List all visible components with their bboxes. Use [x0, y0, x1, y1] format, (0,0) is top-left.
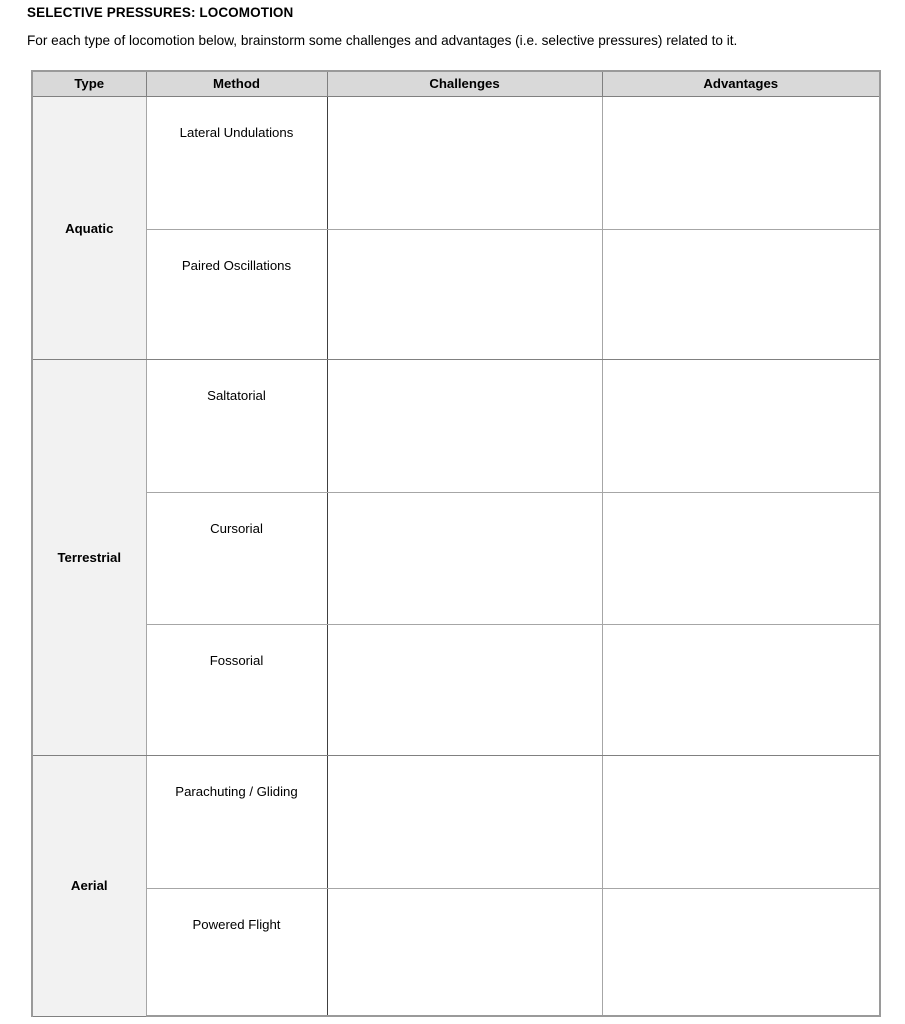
table-row: Paired Oscillations [32, 229, 881, 360]
type-group-aquatic: Aquatic [31, 96, 147, 360]
method-label: Cursorial [210, 521, 263, 536]
advantages-input-saltatorial[interactable] [601, 359, 881, 493]
locomotion-worksheet-table: Type Method Challenges Advantages Aquati… [31, 70, 881, 1017]
challenges-input-cursorial[interactable] [326, 492, 603, 625]
type-group-aerial: Aerial [31, 755, 147, 1017]
method-label: Saltatorial [207, 388, 266, 403]
advantages-input-fossorial[interactable] [601, 624, 881, 756]
method-label: Paired Oscillations [181, 258, 292, 273]
challenges-input-parachuting-gliding[interactable] [326, 755, 603, 889]
challenges-input-saltatorial[interactable] [326, 359, 603, 493]
advantages-input-lateral-undulations[interactable] [601, 96, 881, 230]
advantages-input-parachuting-gliding[interactable] [601, 755, 881, 889]
column-header-method: Method [145, 70, 328, 97]
advantages-input-paired-oscillations[interactable] [601, 229, 881, 360]
table-row: Powered Flight [32, 888, 881, 1017]
table-row: Cursorial [32, 492, 881, 625]
challenges-input-paired-oscillations[interactable] [326, 229, 603, 360]
method-cell-powered-flight: Powered Flight [145, 888, 328, 1017]
method-label: Parachuting / Gliding [175, 784, 298, 799]
column-header-type: Type [31, 70, 147, 97]
method-cell-paired-oscillations: Paired Oscillations [145, 229, 328, 360]
method-cell-parachuting-gliding: Parachuting / Gliding [145, 755, 328, 889]
column-header-challenges: Challenges [326, 70, 603, 97]
method-cell-lateral-undulations: Lateral Undulations [145, 96, 328, 230]
table-header-row: Type Method Challenges Advantages [31, 70, 881, 97]
worksheet-page: SELECTIVE PRESSURES: LOCOMOTION For each… [0, 0, 905, 1024]
challenges-input-fossorial[interactable] [326, 624, 603, 756]
type-group-terrestrial: Terrestrial [31, 359, 147, 756]
method-label: Powered Flight [192, 917, 281, 932]
challenges-input-powered-flight[interactable] [326, 888, 603, 1017]
table-row: Aquatic Lateral Undulations [31, 96, 881, 360]
instructions-text: For each type of locomotion below, brain… [27, 33, 738, 48]
challenges-input-lateral-undulations[interactable] [326, 96, 603, 230]
method-label: Fossorial [209, 653, 264, 668]
method-cell-fossorial: Fossorial [145, 624, 328, 756]
method-label: Lateral Undulations [179, 125, 294, 140]
method-cell-saltatorial: Saltatorial [145, 359, 328, 493]
table-row: Aerial Parachuting / Gliding [31, 755, 881, 1017]
page-title: SELECTIVE PRESSURES: LOCOMOTION [27, 5, 294, 20]
column-header-advantages: Advantages [601, 70, 881, 97]
table-row: Fossorial [32, 624, 881, 756]
advantages-input-cursorial[interactable] [601, 492, 881, 625]
advantages-input-powered-flight[interactable] [601, 888, 881, 1017]
method-cell-cursorial: Cursorial [145, 492, 328, 625]
table-row: Terrestrial Saltatorial [31, 359, 881, 756]
